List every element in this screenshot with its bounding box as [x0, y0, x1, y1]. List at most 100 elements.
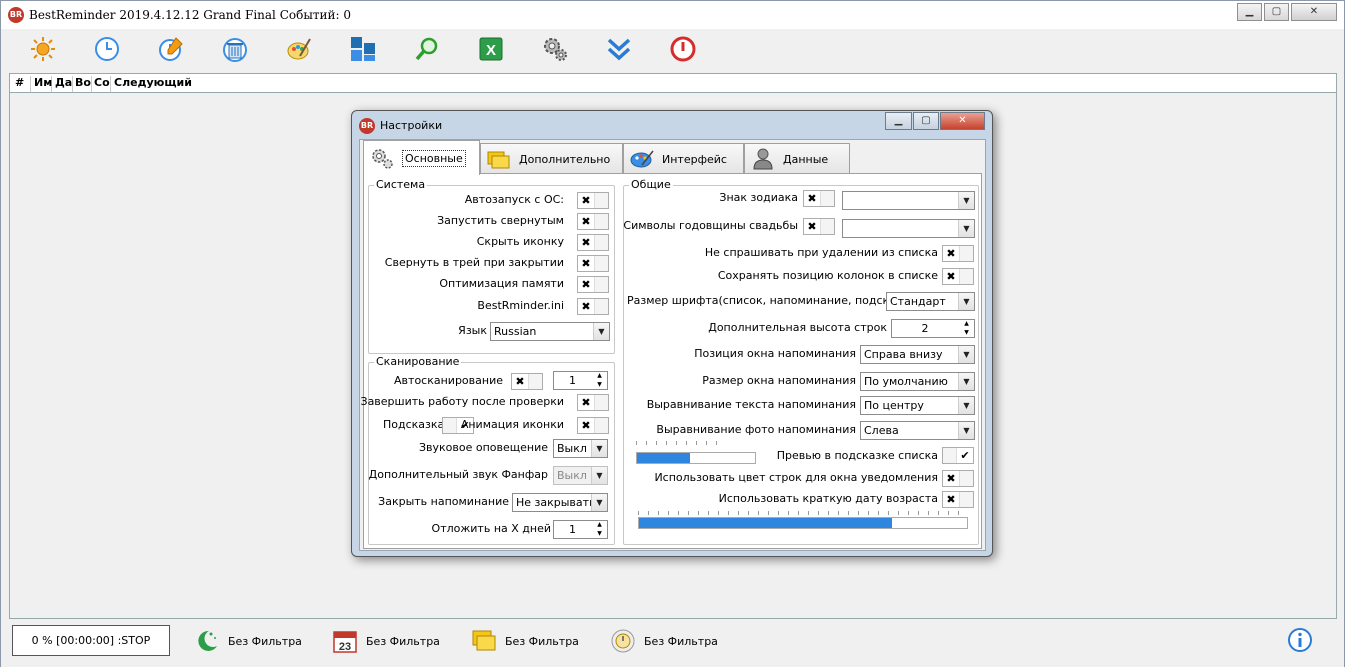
info-icon[interactable] [1287, 627, 1313, 653]
dialog-close-button[interactable]: ✕ [940, 112, 985, 130]
column-header[interactable]: Да [53, 76, 73, 92]
chevron-down-icon: ▼ [958, 346, 974, 363]
slider-ticks [638, 511, 968, 515]
clock-edit-icon[interactable] [154, 32, 188, 66]
start-minimized-label: Запустить свернутым [437, 214, 564, 227]
window-size-select[interactable]: По умолчанию ▼ [860, 372, 975, 391]
start-minimized-checkbox[interactable]: ✖ [577, 213, 609, 230]
status-bar: 0 % [00:00:00] :STOP Без Фильтра 23 Без … [1, 621, 1344, 667]
calendar-icon: 23 [332, 628, 358, 654]
window-title: BestReminder 2019.4.12.12 Grand Final Со… [29, 8, 351, 22]
tab-bar: Основные Дополнительно Интерфейс Данные [360, 140, 985, 175]
autostart-label: Автозапуск с ОС: [464, 193, 564, 206]
icon-animation-checkbox[interactable]: ✖ [577, 417, 609, 434]
clock-icon[interactable] [90, 32, 124, 66]
delete-icon[interactable] [218, 32, 252, 66]
tray-on-close-label: Свернуть в трей при закрытии [384, 256, 564, 269]
column-header[interactable]: Им [32, 76, 52, 92]
preview-label: Превью в подсказке списка [776, 449, 938, 462]
zodiac-select[interactable]: ▼ [842, 191, 975, 210]
chevron-down-icon: ▼ [591, 494, 607, 511]
hint-label: Подсказка [383, 418, 445, 431]
settings-icon[interactable] [538, 32, 572, 66]
tab-label: Данные [783, 152, 829, 166]
filter-label: Без Фильтра [366, 634, 440, 648]
autoscan-label: Автосканирование [394, 374, 503, 387]
filter-clock[interactable]: Без Фильтра [610, 627, 718, 655]
column-header[interactable]: Со [92, 76, 111, 92]
row-color-checkbox[interactable]: ✖ [942, 470, 974, 487]
chevron-down-icon: ▼ [958, 293, 974, 310]
ini-checkbox[interactable]: ✖ [577, 298, 609, 315]
double-chevron-down-icon[interactable] [602, 32, 636, 66]
column-header[interactable]: Во [73, 76, 92, 92]
column-header[interactable]: # [13, 76, 31, 92]
slider-fill [637, 453, 691, 463]
finish-after-check-checkbox[interactable]: ✖ [577, 394, 609, 411]
opacity-slider[interactable] [636, 452, 756, 464]
save-columns-label: Сохранять позицию колонок в списке [717, 269, 938, 282]
database-icon [751, 148, 775, 170]
row-height-label: Дополнительная высота строк [708, 321, 887, 334]
font-size-select[interactable]: Стандарт ▼ [886, 292, 975, 311]
tray-on-close-checkbox[interactable]: ✖ [577, 255, 609, 272]
chevron-down-icon: ▼ [958, 192, 974, 209]
row-height-spinner[interactable]: 2 ▲ ▼ [891, 319, 975, 338]
window-position-select[interactable]: Справа внизу ▼ [860, 345, 975, 364]
finish-after-check-label: Завершить работу после проверки [360, 395, 564, 408]
text-align-select[interactable]: По центру ▼ [860, 396, 975, 415]
ini-label: BestRminder.ini [477, 299, 564, 312]
search-icon[interactable] [410, 32, 444, 66]
sound-select[interactable]: Выкл ▼ [553, 439, 608, 458]
tab-panel-main: Система Автозапуск с ОС: ✖ Запустить све… [360, 173, 982, 549]
close-reminder-select[interactable]: Не закрывать ▼ [512, 493, 608, 512]
size-slider[interactable] [638, 517, 968, 529]
autostart-checkbox[interactable]: ✖ [577, 192, 609, 209]
moon-icon [194, 628, 220, 654]
zodiac-checkbox[interactable]: ✖ [803, 190, 835, 207]
short-date-checkbox[interactable]: ✖ [942, 491, 974, 508]
language-select[interactable]: Russian ▼ [490, 322, 610, 341]
dialog-minimize-button[interactable]: ▁ [885, 112, 912, 130]
wedding-select[interactable]: ▼ [842, 219, 975, 238]
folder-icon [487, 148, 511, 170]
dialog-maximize-button[interactable]: ▢ [913, 112, 939, 130]
maximize-button[interactable]: ▢ [1264, 3, 1289, 21]
chevron-down-icon: ▼ [958, 220, 974, 237]
minimize-button[interactable]: ▁ [1237, 3, 1262, 21]
memory-optimization-checkbox[interactable]: ✖ [577, 276, 609, 293]
power-icon[interactable] [666, 32, 700, 66]
dialog-body: Основные Дополнительно Интерфейс Данные … [359, 139, 986, 551]
photo-align-label: Выравнивание фото напоминания [656, 423, 856, 436]
filter-label: Без Фильтра [228, 634, 302, 648]
close-button[interactable]: ✕ [1291, 3, 1337, 21]
filter-calendar[interactable]: 23 Без Фильтра [332, 627, 440, 655]
cards-icon [471, 628, 497, 654]
autoscan-spinner[interactable]: 1 ▲ ▼ [553, 371, 608, 390]
column-header[interactable]: Следующий [112, 76, 232, 92]
wedding-checkbox[interactable]: ✖ [803, 218, 835, 235]
grid-icon[interactable] [346, 32, 380, 66]
chevron-down-icon: ▼ [591, 440, 607, 457]
filter-cards[interactable]: Без Фильтра [471, 627, 579, 655]
tab-interface[interactable]: Интерфейс [623, 143, 744, 174]
palette-icon [630, 148, 654, 170]
save-columns-checkbox[interactable]: ✖ [942, 268, 974, 285]
excel-icon[interactable]: X [474, 32, 508, 66]
autoscan-checkbox[interactable]: ✖ [511, 373, 543, 390]
tab-data[interactable]: Данные [744, 143, 850, 174]
sun-icon[interactable] [26, 32, 60, 66]
preview-checkbox[interactable]: ✔ [942, 447, 974, 464]
chevron-down-icon: ▼ [593, 323, 609, 340]
tab-main[interactable]: Основные [363, 140, 480, 175]
filter-moon[interactable]: Без Фильтра [194, 627, 302, 655]
palette-icon[interactable] [282, 32, 316, 66]
dialog-title: Настройки [380, 119, 443, 132]
photo-align-select[interactable]: Слева ▼ [860, 421, 975, 440]
hide-icon-checkbox[interactable]: ✖ [577, 234, 609, 251]
postpone-spinner[interactable]: 1 ▲ ▼ [553, 520, 608, 539]
tab-additional[interactable]: Дополнительно [480, 143, 623, 174]
no-ask-delete-checkbox[interactable]: ✖ [942, 245, 974, 262]
zodiac-label: Знак зодиака [719, 191, 798, 204]
fanfare-select[interactable]: Выкл ▼ [553, 466, 608, 485]
